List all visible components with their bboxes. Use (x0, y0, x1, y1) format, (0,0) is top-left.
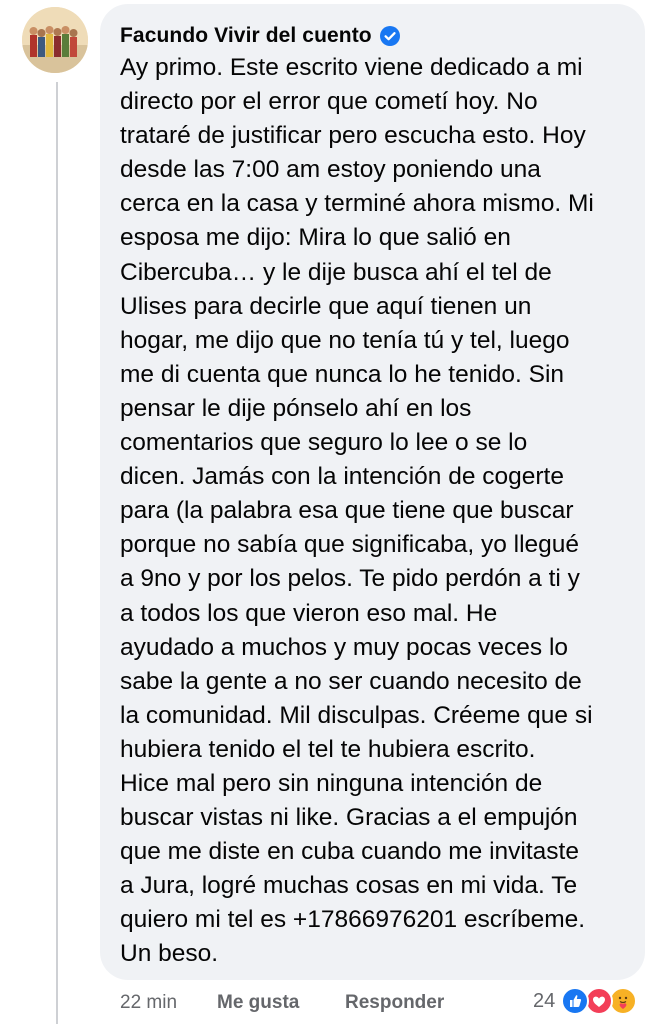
reactions-summary[interactable]: 24 (533, 986, 639, 1016)
love-icon (585, 987, 614, 1015)
reaction-count: 24 (533, 989, 556, 1012)
like-button[interactable]: Me gusta (217, 992, 345, 1014)
comment-line: sabe la gente a no ser cuando necesito d… (120, 667, 582, 695)
comment-thread: Facundo Vivir del cuento Ay primo. Este … (0, 0, 666, 1024)
comment-line: a 9no y por los pelos. Te pido perdón a … (120, 565, 580, 593)
like-icon (561, 987, 590, 1015)
comment-line: a Jura, logré muchas cosas en mi vida. T… (120, 872, 578, 900)
comment-line: que me diste en cuba cuando me invitaste (120, 838, 579, 866)
comment-line: quiero mi tel es +17866976201 escríbeme. (120, 906, 586, 934)
comment-line: hubiera tenido el tel te hubiera escrito… (120, 735, 536, 763)
comment-line: hogar, me dijo que no tenía tú y tel, lu… (120, 326, 570, 354)
verified-badge-icon (379, 26, 400, 46)
reaction-icons-group (561, 986, 639, 1016)
comment-line: me di cuenta que nunca lo he tenido. Sin (120, 360, 565, 388)
comment-line: Un beso. (120, 940, 219, 968)
thread-connector-line (56, 82, 58, 1024)
comment-line: Ulises para decirle que aquí tienen un (120, 292, 532, 320)
comment-line: porque no sabía que significaba, yo lleg… (120, 531, 580, 559)
comment-line: Ay primo. Este escrito viene dedicado a … (120, 54, 583, 81)
comment-line: Hice mal pero sin ninguna intención de (120, 769, 543, 797)
comment-line: buscar vistas ni like. Gracias a el empu… (120, 804, 578, 832)
comment-line: pensar le dije pónselo ahí en los (120, 394, 472, 422)
comment-line: la comunidad. Mil disculpas. Créeme que … (120, 701, 593, 729)
comment-text: Ay primo. Este escrito viene dedicado a … (120, 51, 635, 972)
comment-line: para (la palabra esa que tiene que busca… (120, 497, 574, 525)
comment-timestamp[interactable]: 22 min (120, 992, 217, 1014)
comment-line: comentarios que seguro lo lee o se lo (120, 429, 528, 457)
comment-line: a todos los que vieron eso mal. He (120, 599, 498, 627)
comment-line: Cibercuba… y le dije busca ahí el tel de (120, 258, 552, 286)
comment-author-name[interactable]: Facundo Vivir del cuento (120, 24, 372, 48)
reply-button[interactable]: Responder (345, 992, 444, 1014)
comment-line: cerca en la casa y terminé ahora mismo. … (120, 190, 594, 218)
comment-actions: 22 min Me gusta Responder (120, 988, 444, 1018)
care-icon (609, 987, 638, 1015)
comment-line: trataré de justificar pero escucha esto.… (120, 122, 586, 150)
comment-line: dicen. Jamás con la intención de cogerte (120, 463, 564, 491)
comment-line: esposa me dijo: Mira lo que salió en (120, 224, 511, 252)
avatar[interactable] (22, 7, 88, 73)
comment-line: desde las 7:00 am estoy poniendo una (120, 156, 541, 184)
comment-bubble: Facundo Vivir del cuento Ay primo. Este … (100, 4, 645, 980)
comment-line: directo por el error que cometí hoy. No (120, 88, 538, 116)
comment-author-row: Facundo Vivir del cuento (120, 24, 400, 48)
comment-line: ayudado a muchos y muy pocas veces lo (120, 633, 569, 661)
